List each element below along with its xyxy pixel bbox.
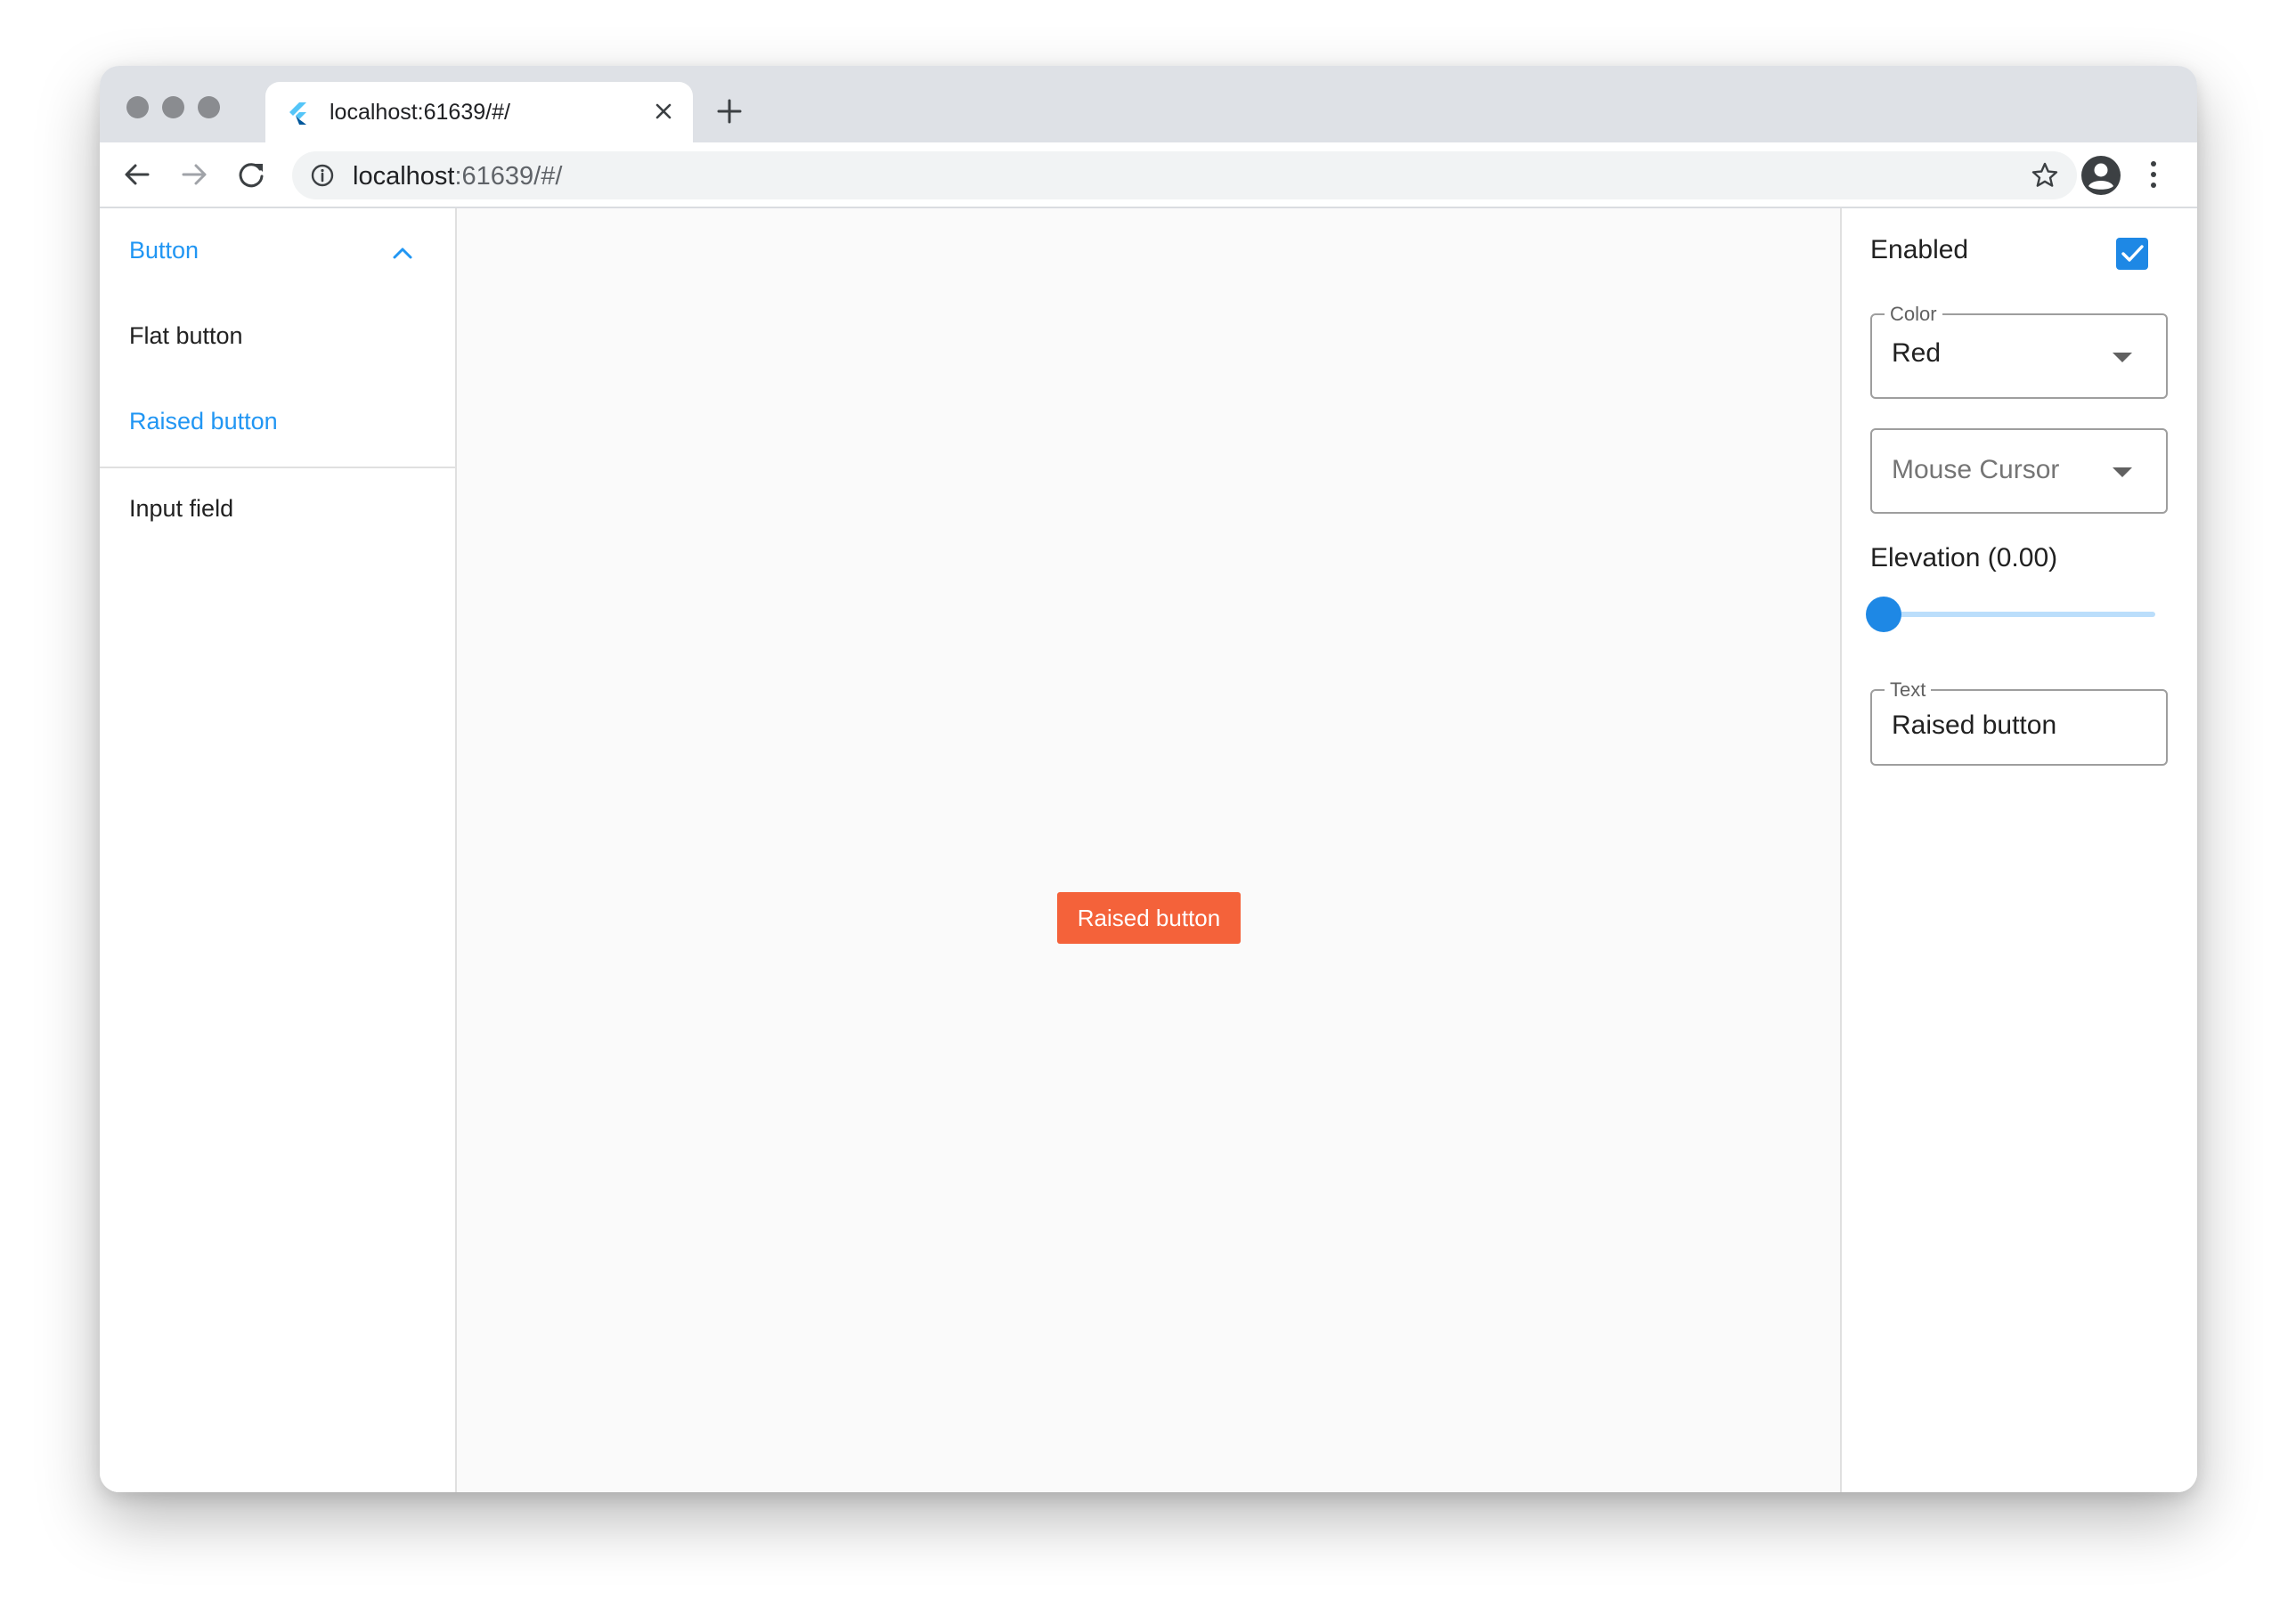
more-vert-icon[interactable] <box>2146 157 2161 192</box>
chevron-up-icon[interactable] <box>389 240 416 267</box>
sidebar-item-flat-button[interactable]: Flat button <box>129 322 243 350</box>
text-input-field[interactable]: Text Raised button <box>1870 678 2168 766</box>
url-text: localhost:61639/#/ <box>353 162 562 191</box>
url-path: :61639/#/ <box>454 162 563 191</box>
check-icon <box>2121 245 2144 262</box>
minimize-window-button[interactable] <box>162 96 184 118</box>
enabled-label: Enabled <box>1870 235 1969 264</box>
tab-strip: localhost:61639/#/ <box>100 66 2197 142</box>
close-window-button[interactable] <box>126 96 149 118</box>
info-icon[interactable] <box>310 163 335 188</box>
arrow-right-icon[interactable] <box>176 157 212 192</box>
text-legend: Text <box>1885 678 1932 702</box>
zoom-window-button[interactable] <box>198 96 220 118</box>
properties-panel: Enabled Color Red Mouse Cursor Elevation… <box>1840 208 2197 1492</box>
preview-area <box>457 208 1842 1492</box>
raised-button-preview[interactable]: Raised button <box>1057 892 1241 944</box>
sidebar-item-raised-button[interactable]: Raised button <box>129 408 278 435</box>
sidebar-section-button[interactable]: Button <box>129 237 199 264</box>
elevation-slider-thumb[interactable] <box>1866 597 1901 632</box>
color-value: Red <box>1892 338 1942 368</box>
account-circle-icon[interactable] <box>2080 155 2121 196</box>
plus-icon[interactable] <box>714 96 745 126</box>
enabled-checkbox[interactable] <box>2116 238 2148 270</box>
page-content: Button Flat button Raised button Input f… <box>100 208 2197 1492</box>
color-dropdown[interactable]: Color Red <box>1870 303 2168 399</box>
elevation-slider-track[interactable] <box>1884 612 2155 617</box>
elevation-label: Elevation (0.00) <box>1870 543 2058 572</box>
flutter-icon <box>289 102 306 125</box>
mouse-cursor-dropdown[interactable]: Mouse Cursor <box>1870 428 2168 514</box>
tab-title: localhost:61639/#/ <box>330 100 510 125</box>
address-bar[interactable]: localhost:61639/#/ <box>292 151 2077 199</box>
caret-down-icon <box>2113 467 2132 477</box>
mouse-cursor-placeholder: Mouse Cursor <box>1892 455 2060 484</box>
browser-tab[interactable]: localhost:61639/#/ <box>265 82 693 142</box>
caret-down-icon <box>2113 353 2132 362</box>
browser-window: localhost:61639/#/ localhost:61639/#/ Bu… <box>100 66 2197 1492</box>
sidebar-divider <box>100 467 455 468</box>
reload-icon[interactable] <box>233 157 269 192</box>
url-host: localhost <box>353 162 455 191</box>
sidebar: Button Flat button Raised button Input f… <box>100 208 457 1492</box>
sidebar-item-input-field[interactable]: Input field <box>129 495 233 523</box>
color-legend: Color <box>1885 303 1942 326</box>
browser-toolbar: localhost:61639/#/ <box>100 142 2197 208</box>
close-icon[interactable] <box>650 98 677 125</box>
star-icon[interactable] <box>2031 161 2059 190</box>
text-input-value[interactable]: Raised button <box>1892 710 2056 741</box>
arrow-left-icon[interactable] <box>119 157 155 192</box>
